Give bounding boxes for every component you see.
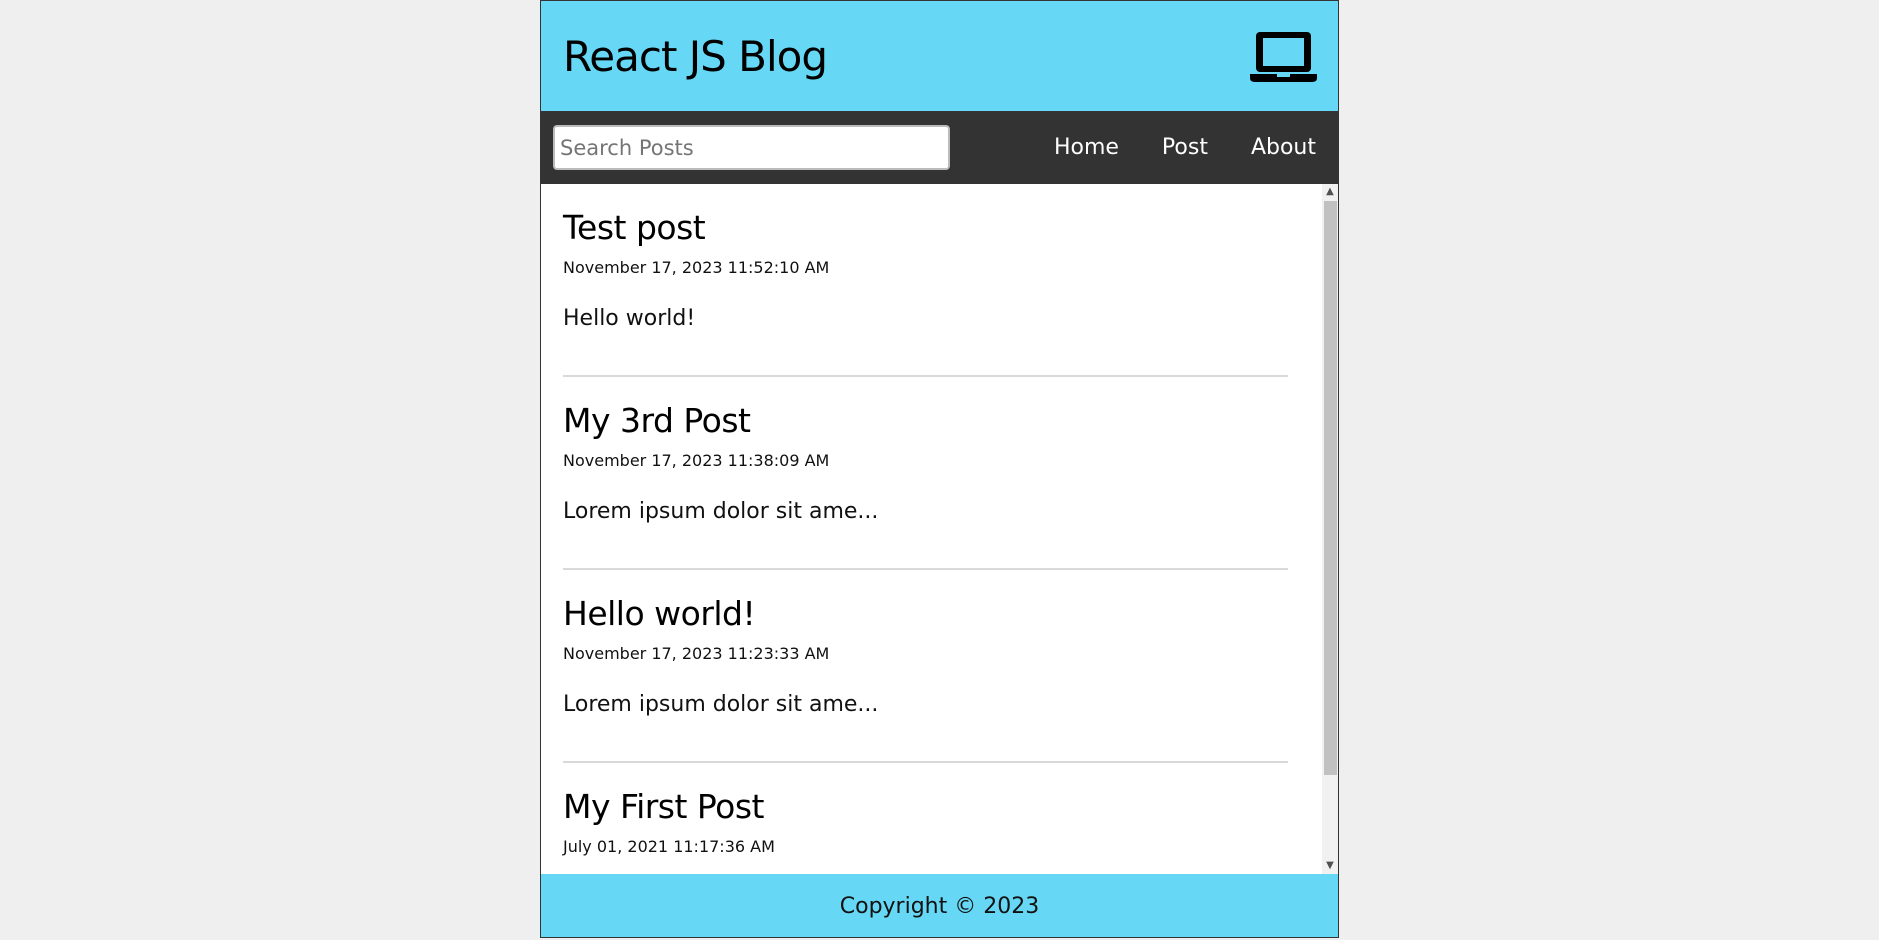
nav-item-about: About [1251,135,1316,161]
site-title: React JS Blog [563,32,828,81]
post-item: Test post November 17, 2023 11:52:10 AM … [563,184,1288,377]
laptop-icon [1250,32,1317,82]
post-title-link[interactable]: Hello world! [563,594,756,634]
scrollbar-thumb[interactable] [1324,201,1337,775]
search-input[interactable] [553,125,950,170]
site-header: React JS Blog [541,0,1338,111]
nav-item-post: Post [1162,135,1208,161]
post-item: My 3rd Post November 17, 2023 11:38:09 A… [563,377,1288,570]
post-date: November 17, 2023 11:38:09 AM [563,451,830,470]
blog-app: React JS Blog Home Post About Test post … [540,0,1339,938]
post-date: July 01, 2021 11:17:36 AM [563,837,775,856]
post-feed: Test post November 17, 2023 11:52:10 AM … [541,184,1324,874]
post-date: November 17, 2023 11:52:10 AM [563,258,830,277]
post-date: November 17, 2023 11:23:33 AM [563,644,830,663]
home-link[interactable]: Home [1054,135,1119,160]
post-item: Hello world! November 17, 2023 11:23:33 … [563,570,1288,763]
post-excerpt: Hello world! [563,306,696,331]
feed-scrollbar[interactable]: ▲ ▼ [1322,184,1338,874]
scroll-down-icon[interactable]: ▼ [1322,858,1338,874]
nav-bar: Home Post About [541,111,1338,184]
copyright-text: Copyright © 2023 [839,893,1040,919]
post-excerpt: Lorem ipsum dolor sit ame... [563,692,879,717]
nav-links: Home Post About [1054,111,1316,184]
post-title-link[interactable]: Test post [563,208,706,248]
about-link[interactable]: About [1251,135,1316,160]
post-link[interactable]: Post [1162,135,1208,160]
scroll-up-icon[interactable]: ▲ [1322,184,1338,200]
post-excerpt: Lorem ipsum dolor sit ame... [563,499,879,524]
post-item: My First Post July 01, 2021 11:17:36 AM [563,763,1288,874]
post-title-link[interactable]: My First Post [563,787,764,827]
nav-item-home: Home [1054,135,1119,161]
site-footer: Copyright © 2023 [541,874,1338,937]
post-title-link[interactable]: My 3rd Post [563,401,751,441]
